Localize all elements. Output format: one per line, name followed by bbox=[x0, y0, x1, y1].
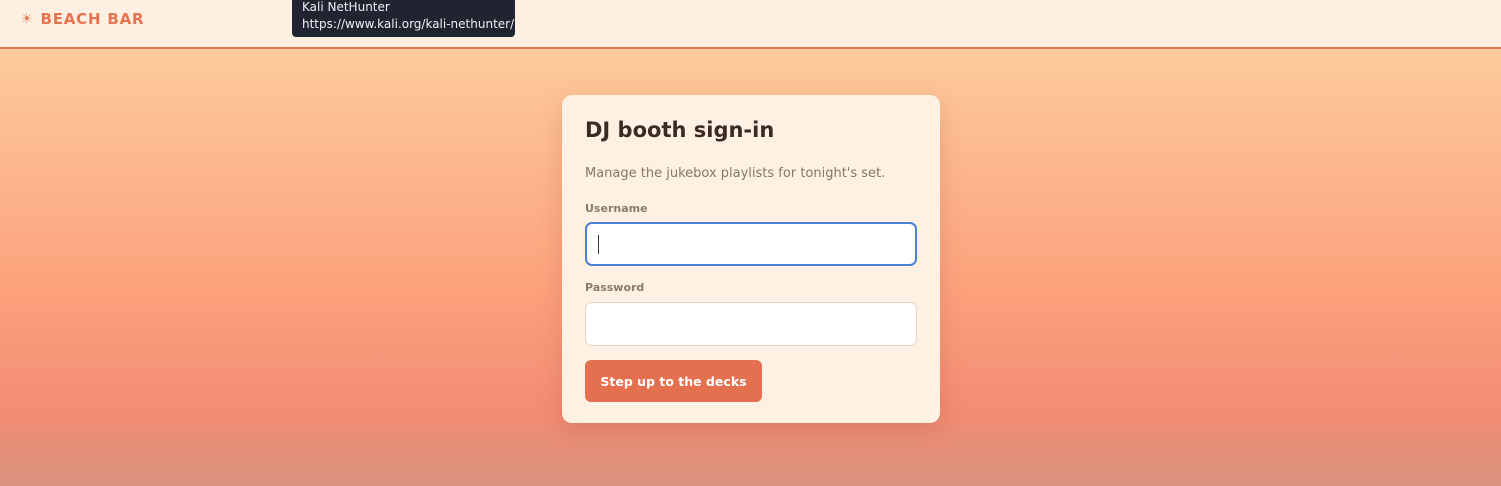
text-caret bbox=[598, 235, 599, 254]
submit-button[interactable]: Step up to the decks bbox=[585, 360, 762, 402]
password-label: Password bbox=[585, 281, 645, 294]
username-input[interactable] bbox=[585, 222, 917, 266]
link-tooltip: Kali NetHunter https://www.kali.org/kali… bbox=[292, 0, 515, 37]
brand-name: BEACH BAR bbox=[40, 10, 145, 28]
login-subtitle: Manage the jukebox playlists for tonight… bbox=[585, 166, 886, 181]
password-input[interactable] bbox=[585, 302, 917, 346]
page-title: DJ booth sign-in bbox=[585, 118, 775, 142]
tooltip-title: Kali NetHunter bbox=[302, 0, 390, 14]
tooltip-url: https://www.kali.org/kali-nethunter/ bbox=[302, 17, 515, 31]
top-nav-bar: ☀ BEACH BAR bbox=[0, 0, 1501, 49]
sun-icon: ☀ bbox=[21, 11, 34, 27]
username-label: Username bbox=[585, 202, 648, 215]
login-card: DJ booth sign-in Manage the jukebox play… bbox=[562, 95, 940, 423]
brand-logo[interactable]: ☀ BEACH BAR bbox=[21, 10, 144, 28]
